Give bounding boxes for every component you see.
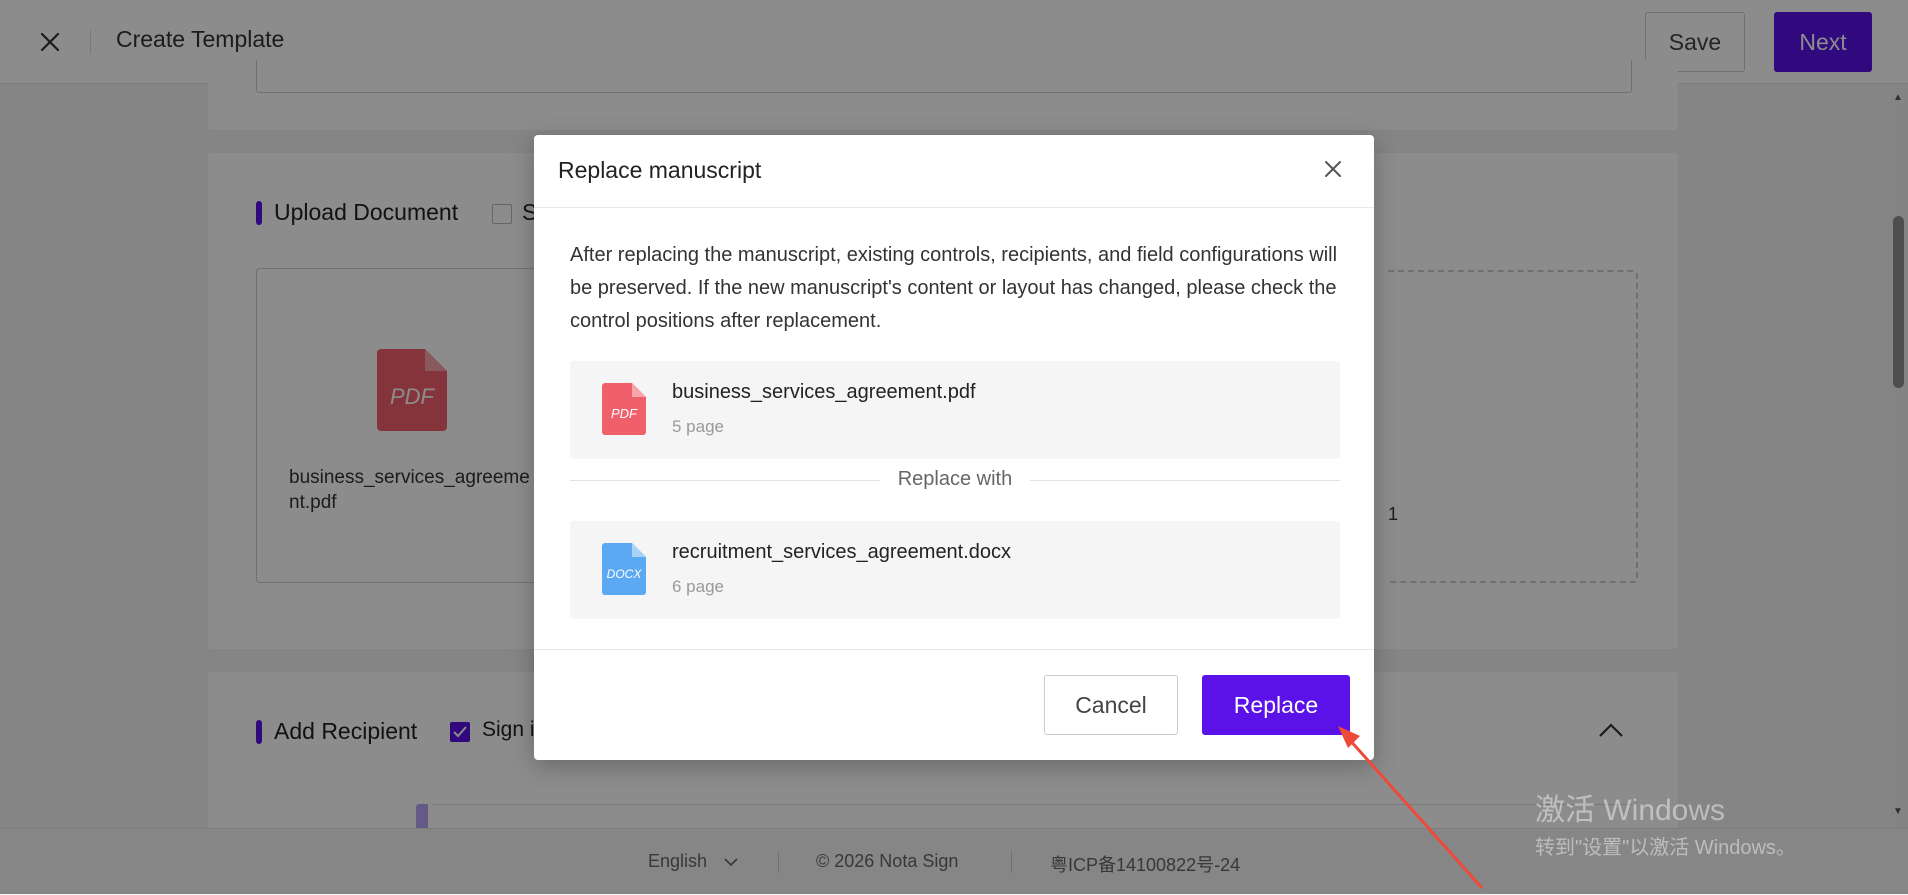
watermark-line-2: 转到"设置"以激活 Windows。 bbox=[1535, 837, 1796, 859]
dialog-header-divider bbox=[534, 207, 1374, 208]
current-file-pages: 5 page bbox=[672, 417, 724, 436]
svg-text:DOCX: DOCX bbox=[607, 567, 643, 581]
new-file-card: DOCX recruitment_services_agreement.docx… bbox=[570, 521, 1340, 619]
dialog-title: Replace manuscript bbox=[558, 157, 762, 183]
dialog-description: After replacing the manuscript, existing… bbox=[570, 244, 1338, 332]
current-file-name: business_services_agreement.pdf bbox=[672, 381, 976, 403]
pdf-file-icon: PDF bbox=[602, 383, 646, 435]
annotation-arrow-icon bbox=[1338, 726, 1484, 889]
replace-with-divider: Replace with bbox=[570, 465, 1340, 495]
current-file-card: PDF business_services_agreement.pdf 5 pa… bbox=[570, 361, 1340, 459]
docx-file-icon: DOCX bbox=[602, 543, 646, 595]
windows-activation-watermark: 激活 Windows 转到"设置"以激活 Windows。 bbox=[1535, 785, 1796, 860]
replace-button[interactable]: Replace bbox=[1202, 675, 1350, 735]
new-file-pages: 6 page bbox=[672, 577, 724, 596]
watermark-line-1: 激活 Windows bbox=[1535, 794, 1726, 827]
dialog-footer-divider bbox=[534, 649, 1374, 650]
svg-text:PDF: PDF bbox=[611, 406, 638, 421]
replace-manuscript-dialog: Replace manuscript After replacing the m… bbox=[534, 135, 1374, 760]
new-file-name: recruitment_services_agreement.docx bbox=[672, 541, 1012, 563]
close-icon[interactable] bbox=[1324, 160, 1342, 178]
divider-line-right bbox=[1030, 480, 1340, 481]
cancel-button[interactable]: Cancel bbox=[1044, 675, 1178, 735]
